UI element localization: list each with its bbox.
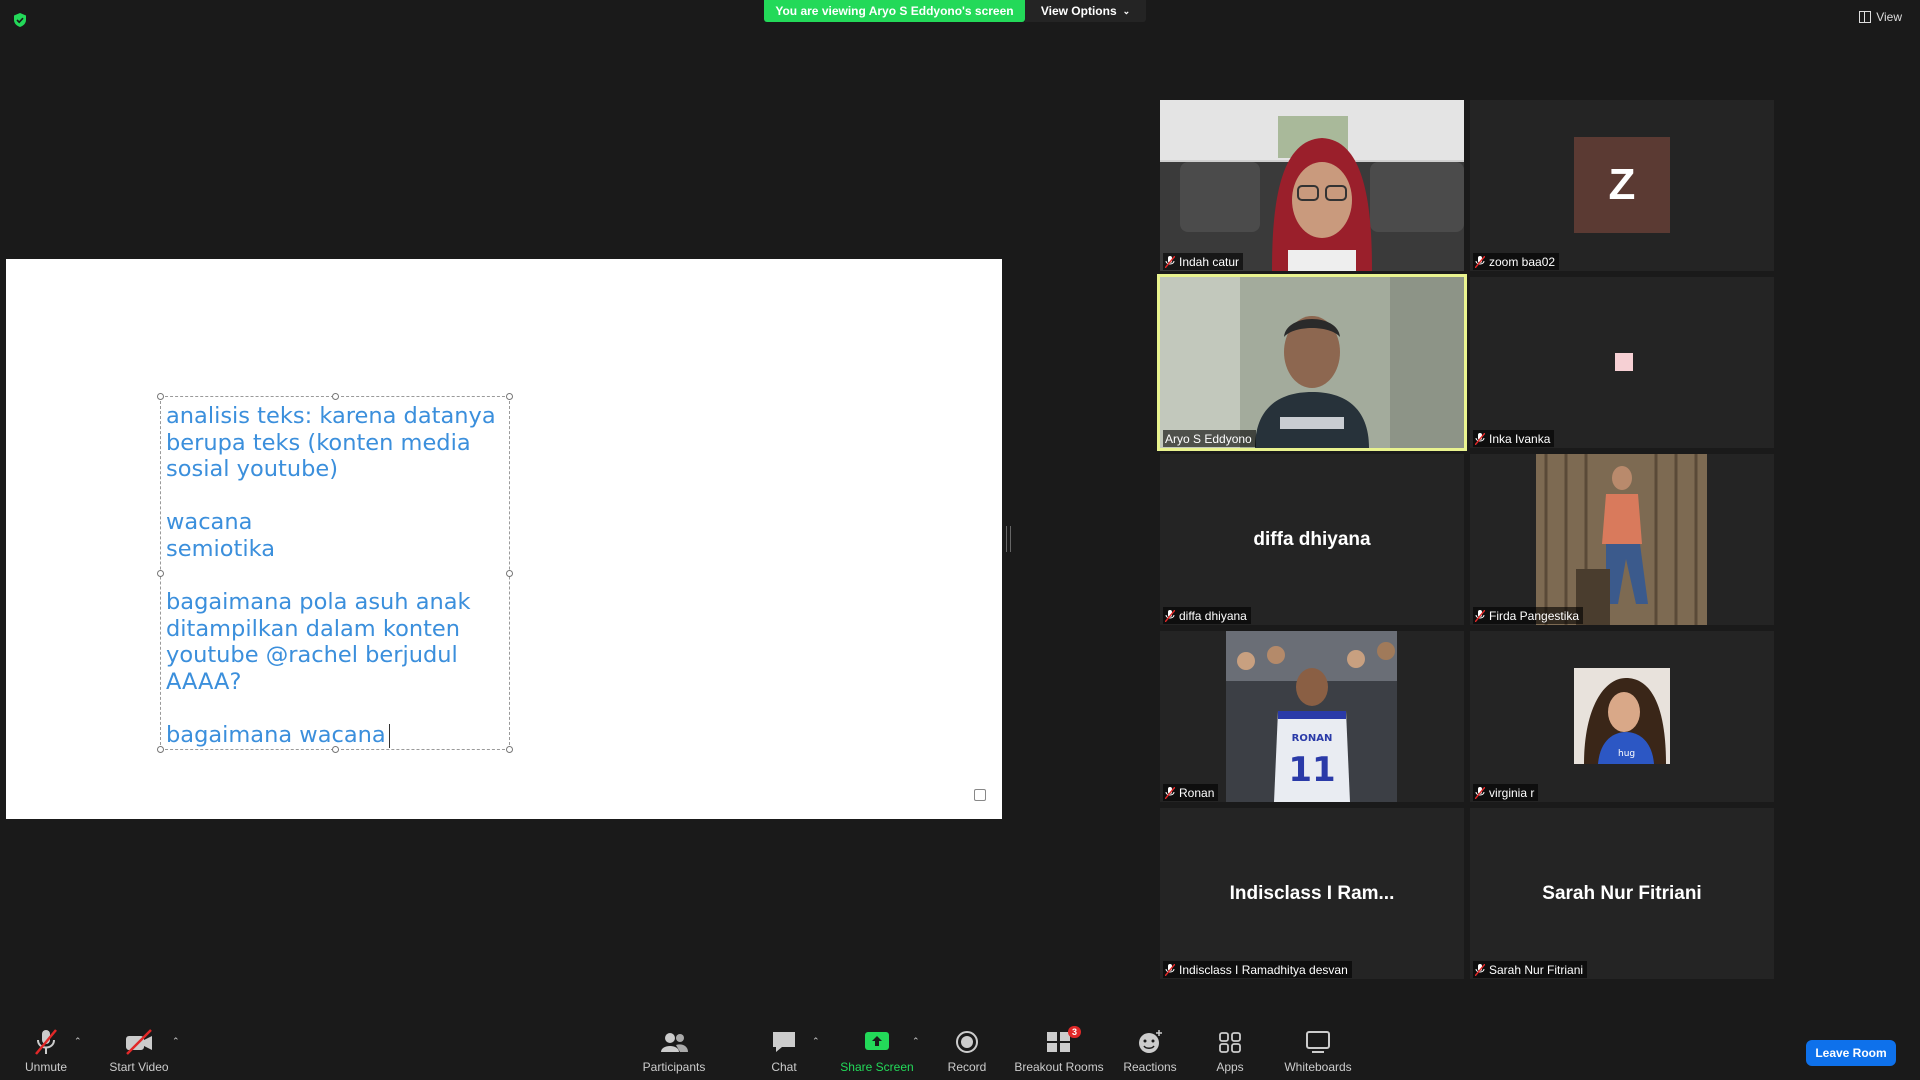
mic-muted-icon — [1165, 963, 1175, 976]
breakout-rooms-label: Breakout Rooms — [1014, 1060, 1104, 1074]
participant-name: Ronan — [1179, 785, 1215, 800]
chat-button[interactable]: Chat — [762, 1018, 806, 1080]
record-icon — [956, 1031, 978, 1053]
resize-handle[interactable] — [157, 393, 164, 400]
participant-photo — [1536, 454, 1707, 625]
participant-name: virginia r — [1489, 785, 1535, 800]
mic-muted-icon — [1475, 432, 1485, 445]
view-button[interactable]: View — [1859, 10, 1902, 24]
breakout-rooms-badge: 3 — [1067, 1026, 1081, 1038]
avatar: Z — [1574, 137, 1670, 233]
chat-label: Chat — [771, 1060, 797, 1074]
svg-text:11: 11 — [1288, 750, 1335, 790]
chat-icon — [773, 1032, 795, 1052]
record-button[interactable]: Record — [942, 1018, 992, 1080]
participant-name: diffa dhiyana — [1179, 608, 1247, 623]
participant-name: Sarah Nur Fitriani — [1489, 962, 1584, 977]
share-options-caret-icon[interactable]: ⌃ — [912, 1036, 920, 1047]
chevron-down-icon: ⌄ — [1122, 5, 1131, 16]
breakout-rooms-button[interactable]: 3 Breakout Rooms — [1012, 1018, 1106, 1080]
participant-tile[interactable]: Sarah Nur Fitriani Sarah Nur Fitriani — [1470, 808, 1774, 979]
audio-options-caret-icon[interactable]: ⌃ — [74, 1036, 82, 1047]
participants-icon: 10 — [661, 1033, 688, 1052]
participant-video — [1160, 277, 1464, 448]
participant-display-name: diffa dhiyana — [1253, 528, 1371, 550]
participant-photo: RONAN 11 — [1226, 631, 1397, 802]
share-screen-icon — [865, 1032, 889, 1050]
participant-tile-active-speaker[interactable]: Aryo S Eddyono — [1157, 274, 1467, 451]
participant-tile[interactable]: Inka Ivanka — [1470, 277, 1774, 448]
popout-icon[interactable] — [974, 789, 986, 801]
mic-muted-icon — [1165, 786, 1175, 799]
resize-handle[interactable] — [506, 746, 513, 753]
participant-tile[interactable]: diffa dhiyana diffa dhiyana — [1160, 454, 1464, 625]
mic-muted-icon — [1475, 255, 1485, 268]
view-options-button[interactable]: View Options ⌄ — [1025, 0, 1146, 22]
apps-icon — [1219, 1032, 1241, 1053]
chat-options-caret-icon[interactable]: ⌃ — [812, 1036, 820, 1047]
participant-display-name: Indisclass I Ram... — [1229, 882, 1395, 904]
reactions-button[interactable]: Reactions — [1120, 1018, 1180, 1080]
whiteboards-button[interactable]: Whiteboards — [1280, 1018, 1356, 1080]
participants-button[interactable]: 10 Participants — [640, 1018, 708, 1080]
participant-name: zoom baa02 — [1489, 254, 1556, 269]
avatar — [1615, 353, 1633, 371]
whiteboard-icon — [1306, 1031, 1330, 1053]
whiteboards-label: Whiteboards — [1284, 1060, 1352, 1074]
slide-text: analisis teks: karena datanya berupa tek… — [166, 403, 496, 749]
participants-label: Participants — [642, 1060, 706, 1074]
split-resize-handle[interactable] — [1006, 526, 1011, 552]
view-options-label: View Options — [1040, 4, 1117, 18]
mic-muted-icon — [1475, 786, 1485, 799]
unmute-button[interactable]: Unmute — [18, 1018, 74, 1080]
participant-display-name: Sarah Nur Fitriani — [1542, 882, 1702, 904]
resize-handle[interactable] — [506, 570, 513, 577]
apps-label: Apps — [1216, 1060, 1244, 1074]
security-shield-icon[interactable] — [12, 12, 28, 28]
participant-name: Inka Ivanka — [1489, 431, 1551, 446]
meeting-toolbar: Unmute ⌃ Start Video ⌃ 10 Participants C… — [0, 1018, 1920, 1080]
mic-muted-icon — [35, 1029, 57, 1055]
participant-photo: hug — [1574, 668, 1670, 764]
svg-text:RONAN: RONAN — [1292, 733, 1333, 744]
slide-textbox[interactable]: analisis teks: karena datanya berupa tek… — [157, 393, 513, 753]
participant-name: Aryo S Eddyono — [1165, 431, 1252, 446]
share-screen-button[interactable]: Share Screen — [840, 1018, 914, 1080]
text-caret — [388, 723, 390, 748]
resize-handle[interactable] — [157, 746, 164, 753]
resize-handle[interactable] — [506, 393, 513, 400]
participant-tile[interactable]: Indah catur — [1160, 100, 1464, 271]
leave-room-button[interactable]: Leave Room — [1806, 1040, 1896, 1066]
shared-screen: analisis teks: karena datanya berupa tek… — [6, 259, 1002, 819]
view-label: View — [1876, 10, 1902, 24]
participant-name: Indah catur — [1179, 254, 1240, 269]
share-screen-label: Share Screen — [840, 1060, 914, 1074]
unmute-label: Unmute — [24, 1060, 68, 1074]
resize-handle[interactable] — [332, 393, 339, 400]
participant-tile[interactable]: hug virginia r — [1470, 631, 1774, 802]
participant-tile[interactable]: Firda Pangestika — [1470, 454, 1774, 625]
participant-tile[interactable]: Z zoom baa02 — [1470, 100, 1774, 271]
mic-muted-icon — [1475, 609, 1485, 622]
mic-muted-icon — [1475, 963, 1485, 976]
layout-icon — [1859, 11, 1872, 23]
participant-tile[interactable]: Indisclass I Ram... Indisclass I Ramadhi… — [1160, 808, 1464, 979]
record-label: Record — [947, 1060, 987, 1074]
video-off-icon — [126, 1029, 152, 1055]
video-options-caret-icon[interactable]: ⌃ — [172, 1036, 180, 1047]
start-video-label: Start Video — [109, 1060, 169, 1074]
mic-muted-icon — [1165, 255, 1175, 268]
apps-button[interactable]: Apps — [1210, 1018, 1250, 1080]
reactions-label: Reactions — [1123, 1060, 1177, 1074]
viewing-screen-banner: You are viewing Aryo S Eddyono's screen — [764, 0, 1025, 22]
mic-muted-icon — [1165, 609, 1175, 622]
participant-name: Firda Pangestika — [1489, 608, 1580, 623]
svg-text:hug: hug — [1618, 749, 1635, 759]
reactions-icon — [1139, 1030, 1162, 1053]
participant-tile[interactable]: RONAN 11 Ronan — [1160, 631, 1464, 802]
participant-video — [1160, 100, 1464, 271]
start-video-button[interactable]: Start Video — [106, 1018, 172, 1080]
resize-handle[interactable] — [157, 570, 164, 577]
participant-name: Indisclass I Ramadhitya desvan — [1179, 962, 1348, 977]
